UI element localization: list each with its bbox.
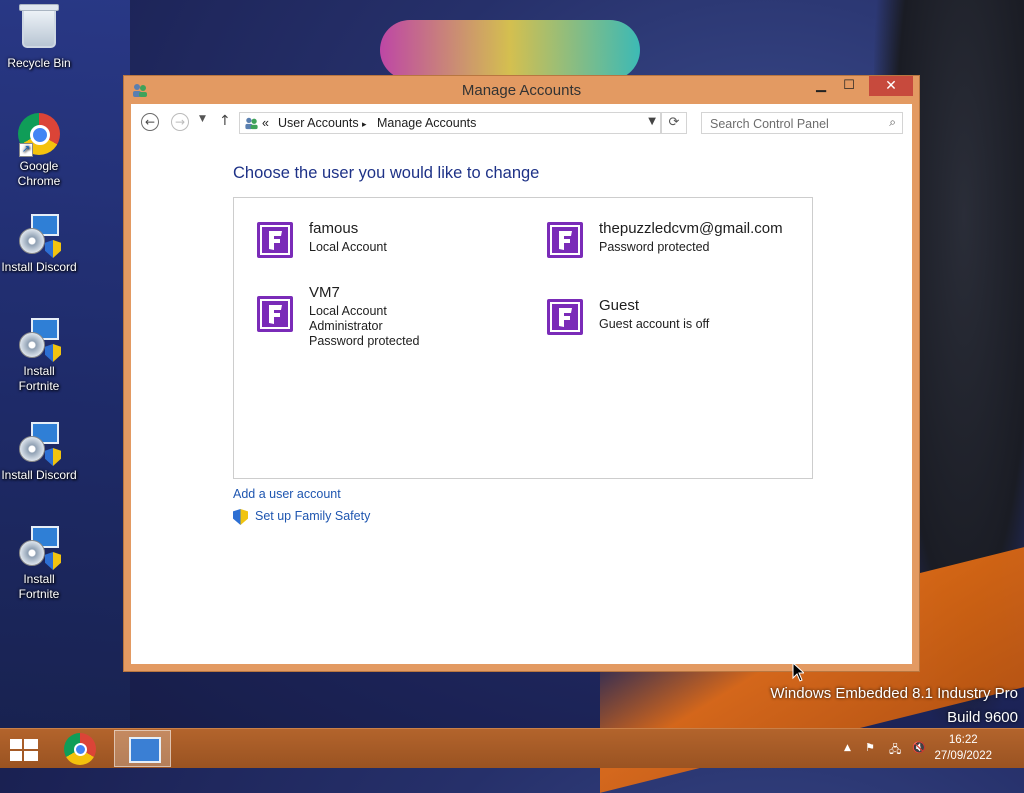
desktop-icon-label: Recycle Bin [7, 56, 71, 70]
desktop-icon-install-discord[interactable]: Install Discord [0, 422, 78, 483]
taskbar-chrome-icon[interactable] [64, 733, 96, 765]
fortnite-logo-icon [550, 302, 580, 332]
recent-locations-dropdown[interactable]: ▼ [199, 114, 206, 124]
installer-icon [17, 526, 61, 570]
wallpaper-decor [380, 20, 640, 80]
window-title: Manage Accounts [461, 82, 582, 99]
address-bar[interactable]: « User Accounts ▸ Manage Accounts ▼ [239, 112, 661, 134]
desktop-icon-recycle-bin[interactable]: Recycle Bin [0, 4, 78, 71]
accounts-list: famous Local Account thepuzzledcvm@gmail… [233, 197, 813, 479]
account-tile-vm7[interactable]: VM7 Local Account Administrator Password… [257, 284, 527, 348]
desktop-icon-label: Google Chrome [17, 159, 61, 188]
network-icon[interactable]: 🖧 [889, 741, 901, 760]
mouse-cursor-icon [792, 662, 804, 682]
account-name: thepuzzledcvm@gmail.com [599, 220, 783, 237]
manage-accounts-window: Manage Accounts ▁ ☐ ✕ ← → ▼ ↑ « User Acc… [123, 75, 920, 672]
account-name: Guest [599, 297, 640, 314]
desktop-icon-label: Install Fortnite [18, 572, 60, 601]
up-button[interactable]: ↑ [219, 113, 231, 129]
refresh-button[interactable]: ⟳ [661, 112, 687, 134]
installer-icon [17, 318, 61, 362]
control-panel-icon [129, 737, 161, 763]
chevron-down-icon[interactable]: ▼ [648, 116, 656, 127]
account-picture [547, 299, 583, 335]
account-status: Password protected [599, 240, 710, 254]
title-bar[interactable]: Manage Accounts ▁ ☐ ✕ [124, 76, 919, 104]
recycle-bin-icon [19, 4, 59, 48]
account-role: Administrator [309, 319, 383, 333]
account-status: Guest account is off [599, 317, 710, 331]
volume-muted-icon[interactable]: 🔇 [912, 741, 926, 754]
clock-date: 27/09/2022 [934, 750, 992, 762]
fortnite-logo-icon [260, 225, 290, 255]
desktop-icon-install-fortnite[interactable]: Install Fortnite [0, 318, 78, 394]
fortnite-logo-icon [550, 225, 580, 255]
desktop-icon-label: Install Fortnite [18, 364, 60, 393]
taskbar: ▲ ⚑ 🖧 🔇 16:22 27/09/2022 [0, 728, 1024, 768]
show-hidden-icons-button[interactable]: ▲ [844, 743, 851, 753]
account-status: Password protected [309, 334, 420, 348]
shortcut-arrow-icon: ↗ [19, 143, 33, 157]
installer-icon [17, 422, 61, 466]
desktop-icon-install-fortnite[interactable]: Install Fortnite [0, 526, 78, 602]
maximize-button[interactable]: ☐ [835, 76, 863, 96]
account-name: famous [309, 220, 359, 237]
account-picture [257, 296, 293, 332]
back-button[interactable]: ← [141, 113, 159, 131]
account-name: VM7 [309, 284, 340, 301]
account-picture [547, 222, 583, 258]
action-center-flag-icon[interactable]: ⚑ [865, 741, 875, 754]
start-button[interactable] [10, 739, 38, 761]
add-user-account-link[interactable]: Add a user account [233, 487, 341, 501]
desktop-icon-install-discord[interactable]: Install Discord [0, 214, 78, 275]
account-tile-famous[interactable]: famous Local Account [257, 220, 527, 282]
uac-shield-icon [233, 509, 248, 525]
desktop-icon-label: Install Discord [1, 468, 77, 482]
forward-button[interactable]: → [171, 113, 189, 131]
account-type: Local Account [309, 240, 387, 254]
desktop-icon-google-chrome[interactable]: ↗ Google Chrome [0, 113, 78, 189]
page-title: Choose the user you would like to change [233, 164, 540, 182]
control-panel-icon [245, 117, 258, 130]
search-icon[interactable]: ⌕ [889, 115, 896, 130]
family-safety-link[interactable]: Set up Family Safety [255, 509, 370, 523]
installer-icon [17, 214, 61, 258]
search-input[interactable] [708, 114, 882, 134]
window-content: ← → ▼ ↑ « User Accounts ▸ Manage Account… [131, 104, 912, 664]
fortnite-logo-icon [260, 299, 290, 329]
breadcrumb-manage-accounts[interactable]: Manage Accounts [377, 116, 476, 130]
minimize-button[interactable]: ▁ [807, 76, 835, 96]
search-box: ⌕ [701, 112, 903, 134]
breadcrumb-separator[interactable]: ▸ [362, 119, 367, 130]
taskbar-clock[interactable]: 16:22 27/09/2022 [934, 732, 992, 764]
breadcrumb-user-accounts[interactable]: User Accounts [278, 116, 359, 130]
account-tile-guest[interactable]: Guest Guest account is off [547, 297, 817, 359]
clock-time: 16:22 [948, 734, 978, 746]
account-type: Local Account [309, 304, 387, 318]
os-build-watermark: Build 9600 [947, 709, 1018, 726]
taskbar-control-panel-button[interactable] [114, 730, 171, 767]
close-button[interactable]: ✕ [869, 76, 913, 96]
os-edition-watermark: Windows Embedded 8.1 Industry Pro [770, 685, 1018, 702]
account-picture [257, 222, 293, 258]
breadcrumb-overflow[interactable]: « [262, 116, 269, 130]
desktop-icon-label: Install Discord [1, 260, 77, 274]
account-tile-thepuzzledcvm[interactable]: thepuzzledcvm@gmail.com Password protect… [547, 220, 817, 282]
